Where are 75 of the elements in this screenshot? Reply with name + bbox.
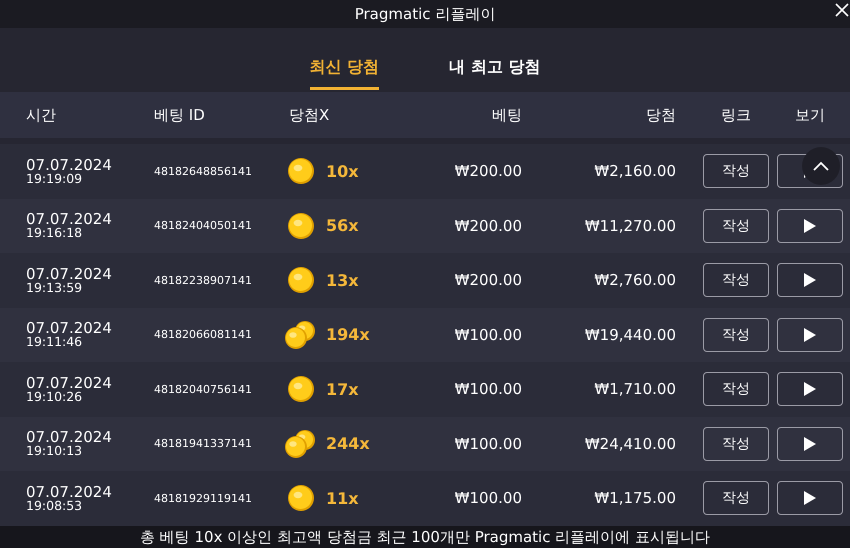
play-icon [803,490,817,506]
play-button[interactable] [777,481,843,516]
write-button[interactable]: 작성 [703,208,769,243]
write-button[interactable]: 작성 [703,318,769,352]
write-button[interactable]: 작성 [703,481,769,516]
write-button[interactable]: 작성 [703,154,769,188]
chevron-up-icon [813,161,829,171]
multiplier: 10x [326,162,359,181]
play-button[interactable] [777,208,843,243]
bet-amount: ₩200.00 [454,162,522,180]
column-header: 보기 [794,106,826,124]
close-icon[interactable] [834,2,850,18]
column-header: 당첨X [288,106,330,124]
date-text: 07.07.2024 [26,321,113,336]
win-amount: ₩11,270.00 [584,216,676,235]
bet-amount: ₩100.00 [454,489,522,508]
bet-id: 48181929119141 [154,492,253,505]
win-amount: ₩24,410.00 [584,434,676,453]
write-button[interactable]: 작성 [703,426,769,461]
bet-amount: ₩200.00 [454,216,522,235]
bet-id: 48182066081141 [154,328,253,342]
date-text: 07.07.2024 [26,430,113,445]
multiplier: 11x [326,488,359,508]
bet-id: 48182648856141 [154,164,253,178]
win-amount: ₩1,710.00 [593,380,676,398]
multiplier: 244x [326,434,370,454]
time-text: 19:11:46 [26,336,84,348]
coins-icon [284,428,318,459]
multiplier: 13x [326,270,359,290]
win-amount: ₩2,760.00 [593,271,676,290]
multiplier: 56x [326,216,359,236]
bet-amount: ₩200.00 [454,271,522,290]
play-icon [803,272,817,288]
coins-icon [284,320,318,350]
time-text: 19:10:13 [26,445,84,458]
bet-id: 48181941337141 [154,437,253,450]
date-text: 07.07.2024 [26,266,113,282]
win-amount: ₩19,440.00 [584,326,676,344]
play-icon [803,326,817,343]
column-header: 당첨 [645,106,676,124]
bet-amount: ₩100.00 [454,326,522,344]
bet-id: 48182238907141 [154,274,253,287]
time-text: 19:16:18 [26,227,84,240]
multiplier: 194x [326,325,370,344]
time-text: 19:19:09 [26,172,84,185]
window-title: Pragmatic 리플레이 [354,4,496,24]
play-icon [803,381,817,398]
footer-note: 총 베팅 10x 이상인 최고액 당첨금 최근 100개만 Pragmatic 리플레이에 표시됩니다 [140,528,710,547]
date-text: 07.07.2024 [26,158,113,172]
play-icon [803,436,817,452]
play-button[interactable] [777,318,843,352]
bet-id: 48182404050141 [154,219,253,232]
date-text: 07.07.2024 [26,212,113,227]
bet-amount: ₩100.00 [454,434,522,453]
win-amount: ₩2,160.00 [593,162,676,180]
win-amount: ₩1,175.00 [593,489,676,508]
tab[interactable]: 내 최고 당첨 [449,28,540,90]
column-header: 베팅 ID [154,106,206,124]
date-text: 07.07.2024 [26,376,113,390]
column-header: 링크 [720,106,752,124]
multiplier: 17x [326,380,359,399]
play-button[interactable] [777,263,843,298]
date-text: 07.07.2024 [26,484,113,500]
play-icon [803,218,817,234]
write-button[interactable]: 작성 [703,263,769,298]
bet-id: 48182040756141 [154,382,253,396]
time-text: 19:08:53 [26,500,84,512]
time-text: 19:13:59 [26,282,84,294]
play-button[interactable] [777,426,843,461]
column-header: 베팅 [491,106,522,124]
bet-amount: ₩100.00 [454,380,522,398]
play-button[interactable] [777,372,843,406]
time-text: 19:10:26 [26,390,84,403]
write-button[interactable]: 작성 [703,372,769,406]
column-header: 시간 [25,106,57,124]
